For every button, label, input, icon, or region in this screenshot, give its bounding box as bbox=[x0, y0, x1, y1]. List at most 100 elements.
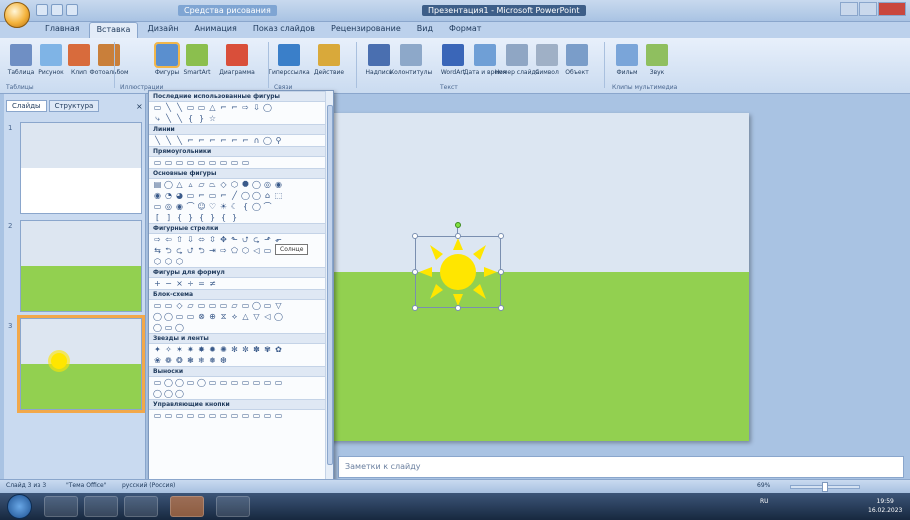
shape-option-icon[interactable]: ▭ bbox=[230, 378, 239, 387]
shape-option-icon[interactable]: ▭ bbox=[197, 301, 206, 310]
tab-2[interactable]: Дизайн bbox=[140, 22, 185, 38]
shape-option-icon[interactable]: ⌐ bbox=[230, 136, 239, 145]
shape-option-icon[interactable]: ❁ bbox=[164, 356, 173, 365]
shape-option-icon[interactable]: ▭ bbox=[153, 158, 162, 167]
shape-option-icon[interactable]: ▭ bbox=[197, 158, 206, 167]
shape-option-icon[interactable]: △ bbox=[241, 312, 250, 321]
ribbon-button-0[interactable]: Таблица bbox=[4, 42, 38, 86]
shape-option-icon[interactable]: ⌐ bbox=[197, 191, 206, 200]
taskbar-word-icon[interactable] bbox=[124, 496, 158, 517]
tab-0[interactable]: Главная bbox=[38, 22, 87, 38]
shape-option-icon[interactable]: ❃ bbox=[186, 356, 195, 365]
shape-option-icon[interactable]: ▱ bbox=[186, 301, 195, 310]
shape-option-icon[interactable]: ▭ bbox=[219, 301, 228, 310]
shape-option-icon[interactable]: ⌐ bbox=[186, 136, 195, 145]
shape-option-icon[interactable]: ✷ bbox=[186, 345, 195, 354]
shape-option-icon[interactable]: ◁ bbox=[252, 246, 261, 255]
shape-option-icon[interactable]: ▭ bbox=[274, 411, 283, 420]
shape-option-icon[interactable]: ⏢ bbox=[208, 180, 217, 189]
shape-option-icon[interactable]: ◯ bbox=[175, 389, 184, 398]
shape-option-icon[interactable]: ▭ bbox=[241, 158, 250, 167]
shape-option-icon[interactable]: ▭ bbox=[164, 411, 173, 420]
shape-option-icon[interactable]: ▭ bbox=[153, 202, 162, 211]
ribbon-button-12[interactable]: Дата и время bbox=[464, 42, 506, 86]
shape-option-icon[interactable]: ◉ bbox=[274, 180, 283, 189]
shape-option-icon[interactable]: ▭ bbox=[164, 323, 173, 332]
shape-option-icon[interactable]: ▭ bbox=[153, 378, 162, 387]
shape-option-icon[interactable]: ⟡ bbox=[230, 312, 239, 321]
tab-7[interactable]: Формат bbox=[442, 22, 488, 38]
shape-option-icon[interactable]: ⌐ bbox=[219, 136, 228, 145]
shape-option-icon[interactable]: △ bbox=[208, 103, 217, 112]
shape-option-icon[interactable]: ☆ bbox=[208, 114, 217, 123]
shape-option-icon[interactable]: ⬡ bbox=[164, 257, 173, 266]
shape-option-icon[interactable]: ◯ bbox=[252, 202, 261, 211]
shape-option-icon[interactable]: ⬡ bbox=[230, 180, 239, 189]
shape-option-icon[interactable]: ◯ bbox=[164, 389, 173, 398]
shape-option-icon[interactable]: ❆ bbox=[219, 356, 228, 365]
shape-option-icon[interactable]: ☀ bbox=[219, 202, 228, 211]
shape-option-icon[interactable]: ▭ bbox=[175, 411, 184, 420]
resize-handle[interactable] bbox=[455, 233, 461, 239]
shape-option-icon[interactable]: ✥ bbox=[219, 235, 228, 244]
shape-option-icon[interactable]: ▭ bbox=[219, 411, 228, 420]
slide-thumbnail-1[interactable] bbox=[20, 122, 142, 214]
shape-option-icon[interactable]: ⊗ bbox=[197, 312, 206, 321]
shape-option-icon[interactable]: ◁ bbox=[263, 312, 272, 321]
shape-option-icon[interactable]: ▭ bbox=[263, 301, 272, 310]
shape-option-icon[interactable]: ∩ bbox=[252, 136, 261, 145]
shape-option-icon[interactable]: ▭ bbox=[197, 411, 206, 420]
shape-option-icon[interactable]: ✽ bbox=[252, 345, 261, 354]
notes-pane[interactable]: Заметки к слайду bbox=[338, 456, 904, 478]
shape-option-icon[interactable]: ▭ bbox=[186, 191, 195, 200]
slide-canvas[interactable] bbox=[323, 113, 749, 441]
scrollbar-thumb[interactable] bbox=[327, 105, 333, 465]
shape-option-icon[interactable]: ⇧ bbox=[175, 235, 184, 244]
shape-option-icon[interactable]: ⇩ bbox=[252, 103, 261, 112]
ribbon-button-2[interactable]: Клип bbox=[62, 42, 96, 86]
ribbon-button-7[interactable]: Гиперссылка bbox=[268, 42, 310, 86]
shape-option-icon[interactable]: ▭ bbox=[186, 378, 195, 387]
shape-option-icon[interactable]: ◔ bbox=[164, 191, 173, 200]
shape-option-icon[interactable]: ◇ bbox=[175, 301, 184, 310]
minimize-button[interactable] bbox=[840, 2, 858, 16]
shape-option-icon[interactable]: ⮍ bbox=[241, 235, 250, 244]
tab-slides[interactable]: Слайды bbox=[6, 100, 47, 112]
office-button[interactable] bbox=[4, 2, 30, 28]
resize-handle[interactable] bbox=[412, 305, 418, 311]
shape-option-icon[interactable]: ▭ bbox=[186, 158, 195, 167]
shape-option-icon[interactable]: ▭ bbox=[153, 301, 162, 310]
shapes-gallery-dropdown[interactable]: Последние использованные фигуры ▭ ╲ ╲ ▭ ▭ △ ⌐ ⌐ ⇨… bbox=[148, 90, 334, 492]
ribbon-button-14[interactable]: Символ bbox=[530, 42, 564, 86]
save-icon[interactable] bbox=[36, 4, 48, 16]
ribbon-button-15[interactable]: Объект bbox=[560, 42, 594, 86]
shape-option-icon[interactable]: { bbox=[186, 114, 195, 123]
tab-5[interactable]: Рецензирование bbox=[324, 22, 408, 38]
ribbon-button-16[interactable]: Фильм bbox=[610, 42, 644, 86]
shape-option-icon[interactable]: ≠ bbox=[208, 279, 217, 288]
slide-thumbnail-2[interactable] bbox=[20, 220, 142, 312]
shape-option-icon[interactable]: ◯ bbox=[274, 312, 283, 321]
shape-option-icon[interactable]: ◯ bbox=[252, 191, 261, 200]
shape-option-icon[interactable]: ⇩ bbox=[186, 235, 195, 244]
shape-option-icon[interactable]: ◇ bbox=[219, 180, 228, 189]
resize-handle[interactable] bbox=[498, 233, 504, 239]
shape-option-icon[interactable]: ╲ bbox=[175, 136, 184, 145]
shape-option-icon[interactable]: ╲ bbox=[164, 103, 173, 112]
resize-handle[interactable] bbox=[498, 269, 504, 275]
shape-option-icon[interactable]: ⌂ bbox=[263, 191, 272, 200]
shape-option-icon[interactable]: ╱ bbox=[230, 191, 239, 200]
ribbon-button-8[interactable]: Действие bbox=[312, 42, 346, 86]
shape-option-icon[interactable]: ▭ bbox=[274, 378, 283, 387]
shape-option-icon[interactable]: ▽ bbox=[274, 301, 283, 310]
shape-option-icon[interactable]: ✹ bbox=[208, 345, 217, 354]
tab-6[interactable]: Вид bbox=[410, 22, 440, 38]
shape-option-icon[interactable]: ▭ bbox=[241, 411, 250, 420]
shape-option-icon[interactable]: ☾ bbox=[230, 202, 239, 211]
shape-option-icon[interactable]: ▭ bbox=[175, 312, 184, 321]
shape-option-icon[interactable]: ▵ bbox=[186, 180, 195, 189]
shape-option-icon[interactable]: ✺ bbox=[219, 345, 228, 354]
shape-option-icon[interactable]: { bbox=[219, 213, 228, 222]
shape-option-icon[interactable]: ✦ bbox=[153, 345, 162, 354]
shape-option-icon[interactable]: ⬑ bbox=[230, 235, 239, 244]
